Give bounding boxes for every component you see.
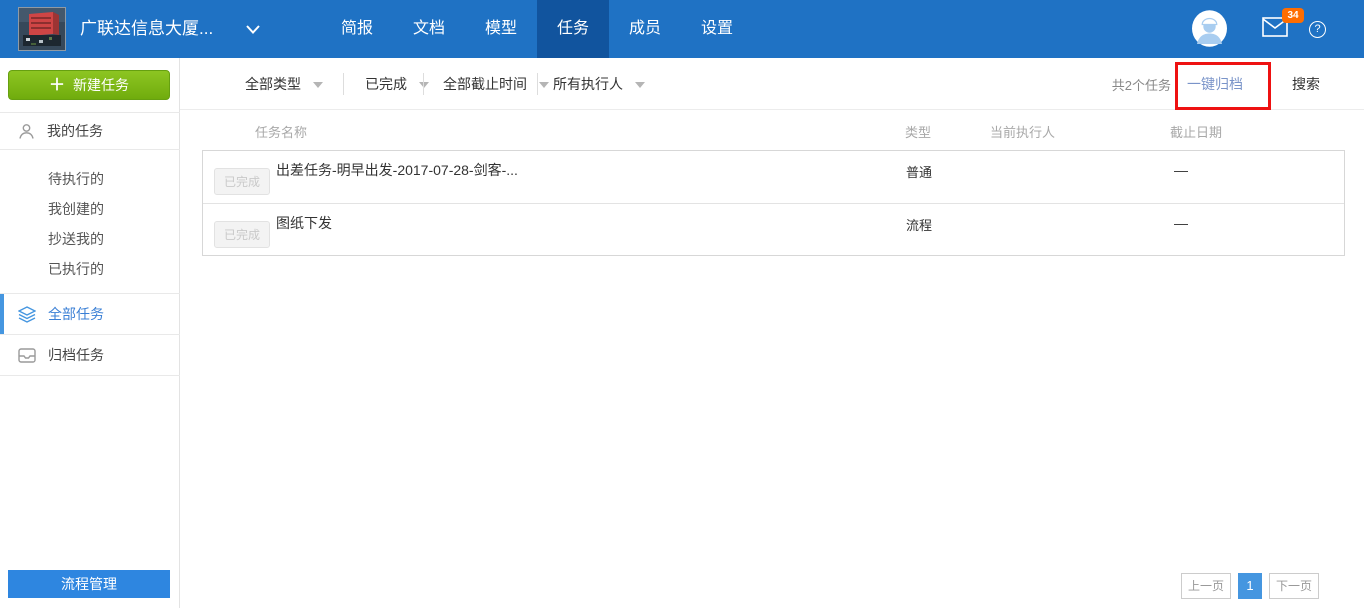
new-task-button[interactable]: ＋ 新建任务 xyxy=(8,70,170,100)
deadline-filter-label: 全部截止时间 xyxy=(443,76,527,92)
type-filter-label: 全部类型 xyxy=(245,76,301,92)
filter-divider xyxy=(537,73,538,95)
filter-divider xyxy=(343,73,344,95)
process-management-button[interactable]: 流程管理 xyxy=(8,570,170,598)
executor-filter-label: 所有执行人 xyxy=(553,76,623,92)
column-header-task-name: 任务名称 xyxy=(255,122,307,141)
person-icon xyxy=(18,123,35,140)
project-switch-chevron-down-icon[interactable] xyxy=(246,25,260,34)
layers-icon xyxy=(18,306,36,323)
avatar-hardhat-icon xyxy=(1191,10,1228,47)
tab-briefing[interactable]: 简报 xyxy=(321,0,393,58)
search-button[interactable]: 搜索 xyxy=(1292,74,1320,94)
chevron-down-icon xyxy=(539,82,549,88)
help-icon[interactable]: ? xyxy=(1309,21,1326,38)
tab-models[interactable]: 模型 xyxy=(465,0,537,58)
pagination: 上一页 1 下一页 xyxy=(1181,573,1319,599)
app-window: 广联达信息大厦... 简报 文档 模型 任务 成员 设置 xyxy=(0,0,1364,608)
tab-documents[interactable]: 文档 xyxy=(393,0,465,58)
current-page-button[interactable]: 1 xyxy=(1238,573,1262,599)
tab-members[interactable]: 成员 xyxy=(609,0,681,58)
archived-tasks-label: 归档任务 xyxy=(48,345,104,365)
sidebar-item-created-by-me[interactable]: 我创建的 xyxy=(48,194,168,224)
plus-icon: ＋ xyxy=(49,77,65,94)
sidebar-divider xyxy=(0,149,180,150)
type-filter-dropdown[interactable]: 全部类型 xyxy=(245,58,323,110)
chevron-down-icon xyxy=(313,82,323,88)
sidebar-divider xyxy=(0,375,180,376)
sidebar-item-executed[interactable]: 已执行的 xyxy=(48,254,168,284)
tab-tasks[interactable]: 任务 xyxy=(537,0,609,58)
prev-page-button[interactable]: 上一页 xyxy=(1181,573,1231,599)
sidebar-item-my-tasks[interactable]: 我的任务 xyxy=(0,113,180,149)
chevron-down-icon xyxy=(635,82,645,88)
task-list: 已完成 出差任务-明早出发-2017-07-28-剑客-... 普通 — 已完成… xyxy=(202,150,1345,256)
messages-button[interactable]: 34 xyxy=(1262,17,1292,41)
project-logo[interactable] xyxy=(18,7,66,51)
table-row[interactable]: 已完成 出差任务-明早出发-2017-07-28-剑客-... 普通 — xyxy=(203,151,1344,203)
table-row[interactable]: 已完成 图纸下发 流程 — xyxy=(203,203,1344,255)
task-deadline: — xyxy=(1174,215,1188,231)
active-indicator-bar xyxy=(0,294,4,334)
sidebar-item-all-tasks[interactable]: 全部任务 xyxy=(0,294,180,334)
all-tasks-label: 全部任务 xyxy=(48,304,104,324)
column-header-type: 类型 xyxy=(905,122,931,141)
unread-count-badge: 34 xyxy=(1282,8,1304,23)
filter-right-cluster: 共2个任务 一键归档 搜索 xyxy=(1112,58,1320,110)
filter-divider xyxy=(423,73,424,95)
task-count-label: 共2个任务 xyxy=(1112,75,1171,94)
user-avatar[interactable] xyxy=(1191,10,1228,47)
table-header: 任务名称 类型 当前执行人 截止日期 xyxy=(180,110,1364,150)
column-header-deadline: 截止日期 xyxy=(1170,122,1222,141)
filter-divider xyxy=(1269,73,1270,95)
task-type: 流程 xyxy=(906,215,932,234)
sidebar-item-archived-tasks[interactable]: 归档任务 xyxy=(0,335,180,375)
column-header-current-executor: 当前执行人 xyxy=(990,122,1055,141)
sidebar-item-pending[interactable]: 待执行的 xyxy=(48,164,168,194)
archive-all-button[interactable]: 一键归档 xyxy=(1187,74,1243,94)
status-filter-dropdown[interactable]: 已完成 xyxy=(365,58,429,110)
top-navigation-bar: 广联达信息大厦... 简报 文档 模型 任务 成员 设置 xyxy=(0,0,1364,58)
task-deadline: — xyxy=(1174,162,1188,178)
status-filter-label: 已完成 xyxy=(365,76,407,92)
task-type: 普通 xyxy=(906,162,932,181)
new-task-label: 新建任务 xyxy=(73,77,129,93)
archive-box-icon xyxy=(18,348,36,363)
executor-filter-dropdown[interactable]: 所有执行人 xyxy=(553,58,645,110)
left-sidebar: ＋新建任务 我的任务 待执行的 我创建的 抄送我的 已执行的 全部任务 归 xyxy=(0,58,180,608)
project-title[interactable]: 广联达信息大厦... xyxy=(80,0,213,58)
next-page-button[interactable]: 下一页 xyxy=(1269,573,1319,599)
status-badge: 已完成 xyxy=(214,168,270,195)
deadline-filter-dropdown[interactable]: 全部截止时间 xyxy=(443,58,549,110)
chevron-down-icon xyxy=(419,82,429,88)
status-badge: 已完成 xyxy=(214,221,270,248)
building-logo-icon xyxy=(19,8,65,50)
tab-settings[interactable]: 设置 xyxy=(681,0,753,58)
main-nav-tabs: 简报 文档 模型 任务 成员 设置 xyxy=(321,0,753,58)
task-title[interactable]: 图纸下发 xyxy=(276,213,332,233)
filter-bar: 全部类型 已完成 全部截止时间 所有执行人 共2个任务 一键归档 搜索 xyxy=(180,58,1364,110)
main-content: 全部类型 已完成 全部截止时间 所有执行人 共2个任务 一键归档 搜索 任务名称 xyxy=(180,58,1364,608)
sidebar-item-cc-to-me[interactable]: 抄送我的 xyxy=(48,224,168,254)
my-tasks-label: 我的任务 xyxy=(47,121,103,141)
task-title[interactable]: 出差任务-明早出发-2017-07-28-剑客-... xyxy=(276,160,518,180)
